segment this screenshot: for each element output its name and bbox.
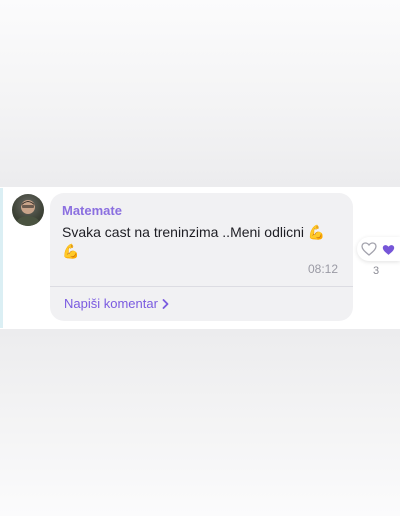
chevron-right-icon — [162, 298, 169, 309]
divider — [50, 286, 353, 287]
author-name[interactable]: Matemate — [62, 203, 122, 219]
heart-filled-icon — [382, 243, 395, 261]
avatar[interactable] — [12, 194, 44, 226]
blurred-background-top — [0, 0, 400, 187]
edge-strip — [0, 188, 3, 328]
write-comment-link[interactable]: Napiši komentar — [64, 295, 169, 312]
write-comment-label: Napiši komentar — [64, 296, 158, 311]
heart-outline-icon[interactable] — [361, 242, 377, 261]
blurred-background-bottom — [0, 329, 400, 516]
like-count: 3 — [373, 265, 380, 277]
message-text: Svaka cast na treninzima ..Meni odlicni … — [62, 224, 326, 259]
message-time: 08:12 — [308, 262, 339, 276]
